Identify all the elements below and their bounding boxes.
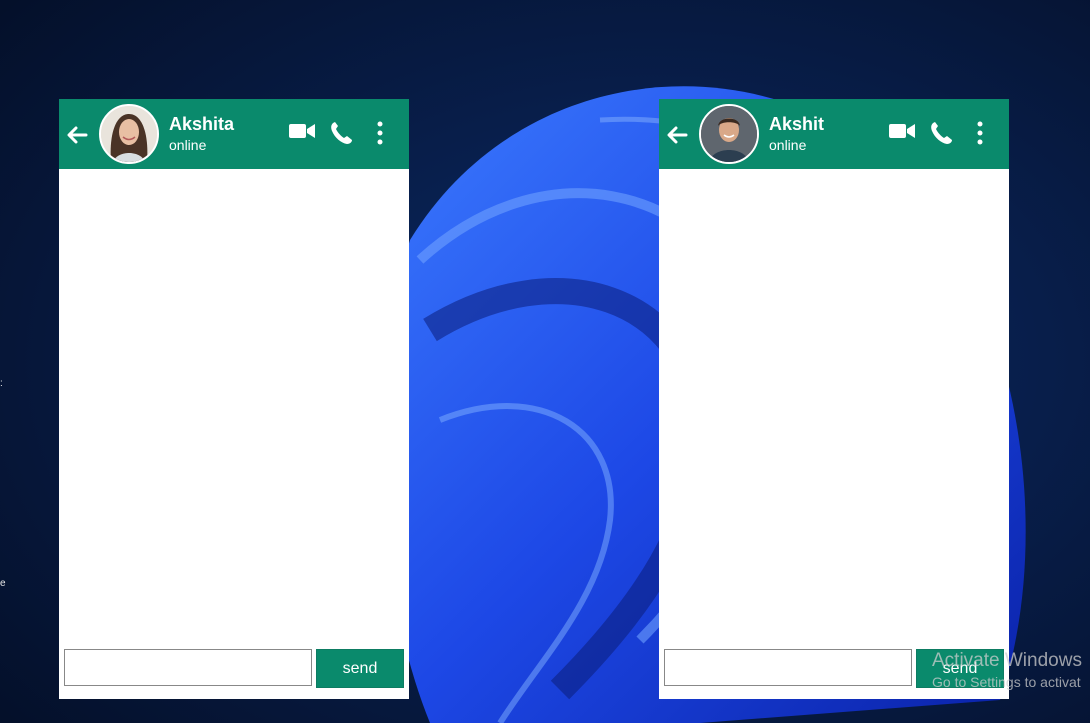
desktop-edge-glyph: e [0,578,6,589]
phone-icon[interactable] [329,120,353,146]
back-arrow-icon[interactable] [666,125,688,145]
avatar[interactable] [699,104,759,164]
contact-status: online [169,137,207,153]
contact-status: online [769,137,807,153]
chat-window-akshita: Akshita online send [59,99,409,699]
send-button[interactable]: send [316,649,404,688]
desktop-edge-glyph: : [0,378,3,389]
avatar[interactable] [99,104,159,164]
chat-header: Akshita online [59,99,409,169]
phone-icon[interactable] [929,120,953,146]
video-call-icon[interactable] [888,120,916,142]
contact-name: Akshita [169,114,235,134]
avatar-woman-icon [101,106,157,162]
chat-window-akshit: Akshit online send [659,99,1009,699]
avatar-man-icon [701,106,757,162]
back-arrow-icon[interactable] [66,125,88,145]
chat-header: Akshit online [659,99,1009,169]
more-options-icon[interactable] [374,120,386,146]
more-options-icon[interactable] [974,120,986,146]
message-input[interactable] [64,649,312,686]
video-call-icon[interactable] [288,120,316,142]
contact-name: Akshit [769,114,825,134]
send-button[interactable]: send [916,649,1004,688]
message-area[interactable] [659,169,1009,644]
message-input[interactable] [664,649,912,686]
message-area[interactable] [59,169,409,644]
